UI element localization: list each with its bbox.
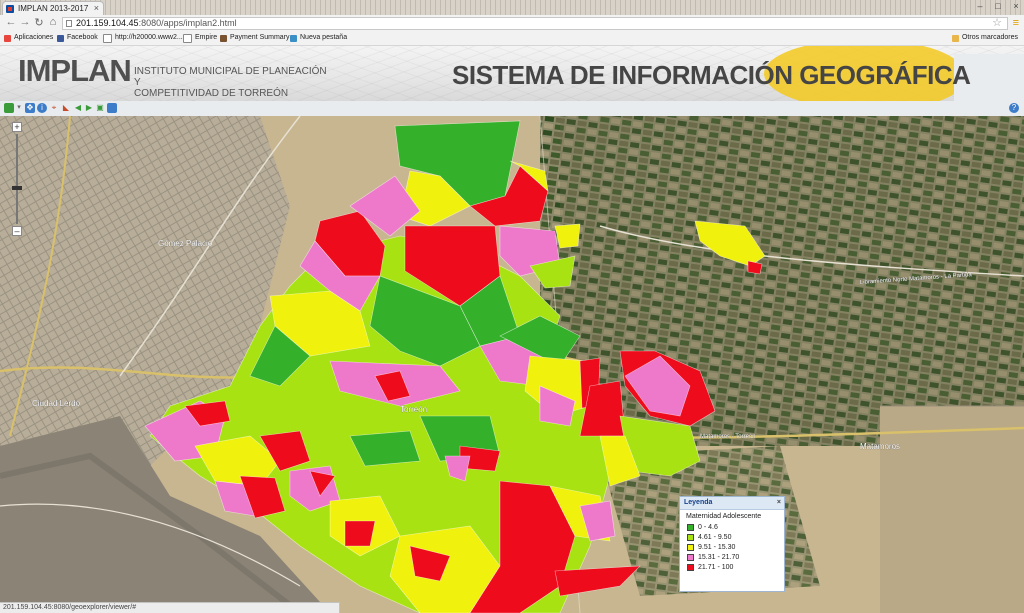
institute-name: INSTITUTO MUNICIPAL DE PLANEACIÓN Y COMP…	[134, 66, 334, 99]
matamoros-urban	[880, 406, 1024, 613]
facebook-icon	[57, 34, 64, 42]
close-window-icon[interactable]: ×	[1010, 1, 1022, 11]
zoom-previous-icon[interactable]: ◀	[73, 103, 83, 113]
legend-title: Maternidad Adolescente	[686, 513, 762, 520]
map-label-matamoros: Matamoros	[860, 442, 900, 451]
url-host: 201.159.104.45	[76, 18, 139, 28]
legend-label: 0 - 4.6	[698, 523, 718, 531]
zoom-extent-icon[interactable]: ▣	[95, 103, 105, 113]
bookmark-label: Nueva pestaña	[300, 34, 348, 41]
bookmark-empire[interactable]: Empire	[183, 32, 217, 44]
legend-swatch	[687, 563, 694, 571]
institute-name-line2: COMPETITIVIDAD DE TORREÓN	[134, 88, 289, 99]
close-tab-icon[interactable]: ×	[94, 2, 99, 15]
other-bookmarks-label: Otros marcadores	[961, 34, 1018, 41]
legend-panel: Leyenda × Maternidad Adolescente 0 - 4.6…	[679, 496, 785, 592]
bookmark-label: http://h20000.www2...	[115, 34, 183, 41]
legend-item: 15.31 - 21.70	[680, 552, 784, 562]
legend-label: 4.61 - 9.50	[698, 533, 732, 541]
browser-menu-icon[interactable]: ≡	[1013, 17, 1019, 29]
legend-item: 4.61 - 9.50	[680, 532, 784, 542]
back-icon[interactable]: ←	[5, 16, 17, 28]
legend-item: 9.51 - 15.30	[680, 542, 784, 552]
legend-label: 15.31 - 21.70	[698, 553, 740, 561]
address-bar[interactable]: 201.159.104.45:8080/apps/implan2.html	[62, 17, 1008, 30]
map-viewport[interactable]: Gómez Palacio Ciudad Lerdo Torreón Matam…	[0, 116, 1024, 613]
zoom-slider-handle[interactable]	[12, 186, 22, 190]
measure-tool-icon[interactable]: ⌖	[49, 103, 59, 113]
bookmark-star-icon[interactable]: ☆	[992, 16, 1002, 29]
bookmark-label: Payment Summary	[230, 34, 290, 41]
home-icon[interactable]: ⌂	[47, 16, 59, 28]
page-icon	[66, 20, 72, 27]
browser-status-bar: 201.159.104.45:8080/geoexplorer/viewer/#	[0, 602, 340, 613]
legend-header[interactable]: Leyenda ×	[680, 497, 784, 510]
site-header-banner: IMPLAN INSTITUTO MUNICIPAL DE PLANEACIÓN…	[0, 46, 1024, 101]
folder-icon	[951, 34, 959, 42]
map-label-torreon: Torreón	[400, 405, 427, 414]
maximize-icon[interactable]: □	[992, 1, 1004, 11]
map-label-gomez: Gómez Palacio	[158, 239, 213, 248]
page-icon	[183, 33, 192, 43]
page-icon	[103, 33, 112, 43]
bookmark-facebook[interactable]: Facebook	[57, 32, 98, 44]
table-tool-icon[interactable]	[107, 103, 117, 113]
info-tool-icon[interactable]: i	[37, 103, 47, 113]
map-canvas: Gómez Palacio Ciudad Lerdo Torreón Matam…	[0, 116, 1024, 613]
zoom-next-icon[interactable]: ▶	[84, 103, 94, 113]
bookmark-new-tab[interactable]: Nueva pestaña	[290, 32, 347, 44]
zoom-in-icon[interactable]: +	[12, 122, 22, 132]
bookmark-label: Empire	[195, 34, 218, 41]
dropdown-arrow-icon[interactable]: ▾	[14, 103, 24, 113]
bookmarks-bar: Aplicaciones Facebook http://h20000.www2…	[0, 32, 1024, 46]
map-zoom-control: + –	[10, 122, 28, 238]
legend-label: 21.71 - 100	[698, 563, 734, 571]
implan-favicon-icon	[6, 5, 14, 13]
bookmark-h20000[interactable]: http://h20000.www2...	[103, 32, 183, 44]
map-region[interactable]	[344, 520, 376, 547]
legend-item: 21.71 - 100	[680, 562, 784, 572]
map-toolbar: ▾ ✥ i ⌖ ◣ ◀ ▶ ▣ ?	[0, 101, 1024, 117]
help-icon[interactable]: ?	[1009, 103, 1019, 113]
legend-swatch	[687, 523, 694, 531]
institute-name-line1: INSTITUTO MUNICIPAL DE PLANEACIÓN Y	[134, 66, 327, 88]
bookmark-apps[interactable]: Aplicaciones	[4, 32, 53, 44]
zoom-slider-track[interactable]	[16, 134, 18, 224]
map-label-lerdo: Ciudad Lerdo	[32, 399, 81, 408]
legend-swatch	[687, 533, 694, 541]
url-path: :8080/apps/implan2.html	[138, 18, 237, 28]
other-bookmarks[interactable]: Otros marcadores	[951, 32, 1018, 44]
bookmark-label: Aplicaciones	[14, 34, 54, 41]
browser-tab[interactable]: IMPLAN 2013-2017 ×	[2, 1, 104, 15]
map-label-road-se: Matamoros - Torreón	[700, 434, 756, 440]
minimize-icon[interactable]: –	[974, 1, 986, 11]
apps-grid-icon	[4, 34, 11, 42]
implan-logo: IMPLAN	[18, 53, 132, 88]
system-title: SISTEMA DE INFORMACIÓN GEOGRÁFICA	[452, 60, 971, 90]
layers-tool-icon[interactable]	[4, 103, 14, 113]
new-tab-icon	[290, 34, 297, 42]
farm-shade	[560, 116, 1024, 446]
browser-toolbar: ← → ↻ ⌂ 201.159.104.45:8080/apps/implan2…	[0, 15, 1024, 33]
legend-header-label: Leyenda	[684, 499, 713, 506]
legend-item: 0 - 4.6	[680, 522, 784, 532]
tab-title: IMPLAN 2013-2017	[18, 4, 89, 13]
zoom-out-icon[interactable]: –	[12, 226, 22, 236]
legend-swatch	[687, 553, 694, 561]
legend-swatch	[687, 543, 694, 551]
browser-tab-strip: IMPLAN 2013-2017 × – □ ×	[0, 0, 1024, 15]
legend-label: 9.51 - 15.30	[698, 543, 736, 551]
measure-area-icon[interactable]: ◣	[61, 103, 71, 113]
close-icon[interactable]: ×	[777, 497, 781, 509]
bookmark-payment-summary[interactable]: Payment Summary	[220, 32, 290, 44]
reload-icon[interactable]: ↻	[33, 16, 45, 29]
bookmark-label: Facebook	[67, 34, 98, 41]
briefcase-icon	[220, 34, 227, 42]
window-controls: – □ ×	[974, 1, 1022, 11]
pan-tool-icon[interactable]: ✥	[25, 103, 35, 113]
forward-icon[interactable]: →	[19, 16, 31, 28]
